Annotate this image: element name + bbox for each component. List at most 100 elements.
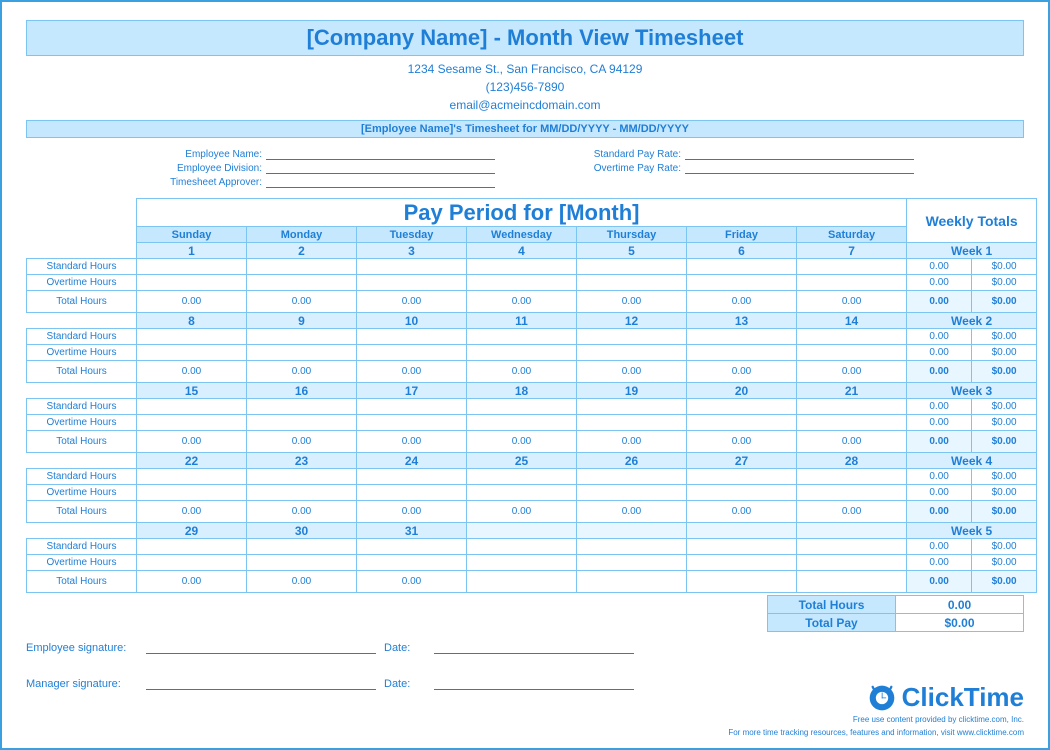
std-cell-w1-d5[interactable] bbox=[687, 329, 797, 345]
ot-cell-w2-d4[interactable] bbox=[577, 415, 687, 431]
std-cell-w4-d2[interactable] bbox=[357, 539, 467, 555]
row-label-std-w0: Standard Hours bbox=[27, 259, 137, 275]
company-email: email@acmeincdomain.com bbox=[26, 96, 1024, 114]
ot-cell-w4-d2[interactable] bbox=[357, 555, 467, 571]
tot-cell-w4-d1: 0.00 bbox=[247, 571, 357, 593]
ot-cell-w0-d4[interactable] bbox=[577, 275, 687, 291]
tot-cell-w3-d5: 0.00 bbox=[687, 501, 797, 523]
ot-cell-w3-d4[interactable] bbox=[577, 485, 687, 501]
ot-cell-w3-d3[interactable] bbox=[467, 485, 577, 501]
tot-cell-w0-d6: 0.00 bbox=[797, 291, 907, 313]
ot-cell-w1-d3[interactable] bbox=[467, 345, 577, 361]
std-cell-w0-d4[interactable] bbox=[577, 259, 687, 275]
std-cell-w0-d2[interactable] bbox=[357, 259, 467, 275]
ot-cell-w1-d0[interactable] bbox=[137, 345, 247, 361]
date-cell-w1-d4: 12 bbox=[577, 313, 687, 329]
row-label-tot-w1: Total Hours bbox=[27, 361, 137, 383]
std-cell-w2-d4[interactable] bbox=[577, 399, 687, 415]
ot-cell-w0-d5[interactable] bbox=[687, 275, 797, 291]
ot-cell-w3-d0[interactable] bbox=[137, 485, 247, 501]
ot-cell-w2-d5[interactable] bbox=[687, 415, 797, 431]
wk-tot-hours-2: 0.00 bbox=[907, 431, 972, 453]
ot-cell-w0-d1[interactable] bbox=[247, 275, 357, 291]
date-cell-w3-d1: 23 bbox=[247, 453, 357, 469]
std-cell-w2-d0[interactable] bbox=[137, 399, 247, 415]
ot-hours-w4: 0.00 bbox=[907, 555, 972, 571]
std-cell-w2-d2[interactable] bbox=[357, 399, 467, 415]
std-cell-w4-d1[interactable] bbox=[247, 539, 357, 555]
std-cell-w3-d1[interactable] bbox=[247, 469, 357, 485]
date-cell-w4-d3 bbox=[467, 523, 577, 539]
date-cell-w0-d4: 5 bbox=[577, 243, 687, 259]
emp-division-field[interactable] bbox=[266, 162, 495, 174]
ot-cell-w2-d3[interactable] bbox=[467, 415, 577, 431]
ot-cell-w1-d4[interactable] bbox=[577, 345, 687, 361]
ot-cell-w2-d0[interactable] bbox=[137, 415, 247, 431]
std-cell-w2-d5[interactable] bbox=[687, 399, 797, 415]
ot-cell-w0-d0[interactable] bbox=[137, 275, 247, 291]
ot-cell-w2-d1[interactable] bbox=[247, 415, 357, 431]
ot-cell-w4-d1[interactable] bbox=[247, 555, 357, 571]
std-cell-w1-d0[interactable] bbox=[137, 329, 247, 345]
employee-info: Employee Name: Employee Division: Timesh… bbox=[136, 148, 914, 190]
std-cell-w1-d1[interactable] bbox=[247, 329, 357, 345]
date-cell-w3-d6: 28 bbox=[797, 453, 907, 469]
std-cell-w0-d1[interactable] bbox=[247, 259, 357, 275]
std-cell-w3-d0[interactable] bbox=[137, 469, 247, 485]
std-cell-w1-d2[interactable] bbox=[357, 329, 467, 345]
date-cell-w4-d4 bbox=[577, 523, 687, 539]
emp-date-field[interactable] bbox=[434, 636, 634, 654]
wk-tot-pay-3: $0.00 bbox=[972, 501, 1037, 523]
std-cell-w1-d4[interactable] bbox=[577, 329, 687, 345]
date-cell-w3-d2: 24 bbox=[357, 453, 467, 469]
ot-cell-w3-d2[interactable] bbox=[357, 485, 467, 501]
ot-cell-w2-d6[interactable] bbox=[797, 415, 907, 431]
std-cell-w1-d6[interactable] bbox=[797, 329, 907, 345]
std-hours-w4: 0.00 bbox=[907, 539, 972, 555]
ot-cell-w2-d2[interactable] bbox=[357, 415, 467, 431]
ot-cell-w3-d1[interactable] bbox=[247, 485, 357, 501]
ot-cell-w1-d6[interactable] bbox=[797, 345, 907, 361]
emp-sig-field[interactable] bbox=[146, 636, 376, 654]
std-cell-w0-d6[interactable] bbox=[797, 259, 907, 275]
std-cell-w2-d6[interactable] bbox=[797, 399, 907, 415]
std-cell-w2-d3[interactable] bbox=[467, 399, 577, 415]
mgr-sig-field[interactable] bbox=[146, 672, 376, 690]
std-hours-w3: 0.00 bbox=[907, 469, 972, 485]
ot-cell-w0-d2[interactable] bbox=[357, 275, 467, 291]
emp-approver-field[interactable] bbox=[266, 176, 495, 188]
std-cell-w3-d5[interactable] bbox=[687, 469, 797, 485]
ot-cell-w4-d0[interactable] bbox=[137, 555, 247, 571]
row-label-ot-w3: Overtime Hours bbox=[27, 485, 137, 501]
ot-cell-w0-d3[interactable] bbox=[467, 275, 577, 291]
tot-cell-w1-d6: 0.00 bbox=[797, 361, 907, 383]
ot-cell-w1-d1[interactable] bbox=[247, 345, 357, 361]
tot-cell-w2-d4: 0.00 bbox=[577, 431, 687, 453]
std-cell-w3-d6[interactable] bbox=[797, 469, 907, 485]
std-cell-w1-d3[interactable] bbox=[467, 329, 577, 345]
ot-rate-field[interactable] bbox=[685, 162, 914, 174]
ot-cell-w3-d5[interactable] bbox=[687, 485, 797, 501]
ot-cell-w1-d5[interactable] bbox=[687, 345, 797, 361]
mgr-date-field[interactable] bbox=[434, 672, 634, 690]
std-cell-w4-d0[interactable] bbox=[137, 539, 247, 555]
row-label-std-w1: Standard Hours bbox=[27, 329, 137, 345]
blank-cell bbox=[27, 227, 137, 243]
ot-cell-w0-d6[interactable] bbox=[797, 275, 907, 291]
emp-name-field[interactable] bbox=[266, 148, 495, 160]
std-cell-w0-d0[interactable] bbox=[137, 259, 247, 275]
std-cell-w0-d5[interactable] bbox=[687, 259, 797, 275]
std-cell-w0-d3[interactable] bbox=[467, 259, 577, 275]
std-cell-w3-d4[interactable] bbox=[577, 469, 687, 485]
std-cell-w3-d3[interactable] bbox=[467, 469, 577, 485]
mgr-sig-label: Manager signature: bbox=[26, 678, 146, 690]
ot-pay-w3: $0.00 bbox=[972, 485, 1037, 501]
wk-tot-pay-4: $0.00 bbox=[972, 571, 1037, 593]
std-cell-w3-d2[interactable] bbox=[357, 469, 467, 485]
ot-cell-w3-d6[interactable] bbox=[797, 485, 907, 501]
tot-cell-w3-d3: 0.00 bbox=[467, 501, 577, 523]
ot-cell-w1-d2[interactable] bbox=[357, 345, 467, 361]
std-rate-field[interactable] bbox=[685, 148, 914, 160]
timesheet-grid: Pay Period for [Month]Weekly TotalsSunda… bbox=[26, 198, 1037, 593]
std-cell-w2-d1[interactable] bbox=[247, 399, 357, 415]
